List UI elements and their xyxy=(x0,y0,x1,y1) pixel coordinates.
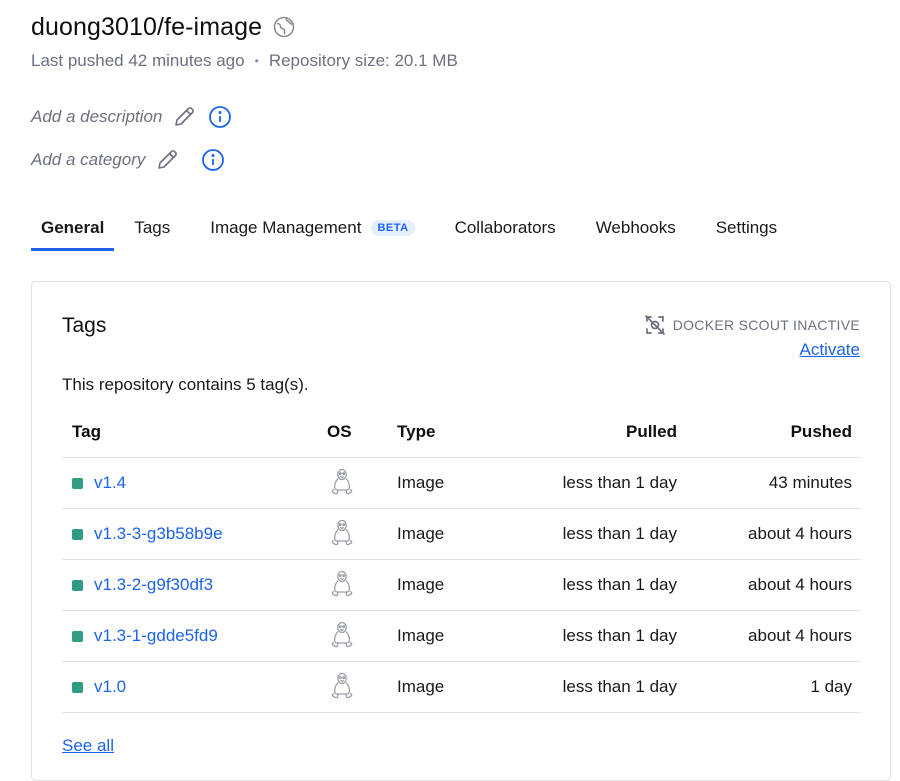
last-pushed-text: Last pushed 42 minutes ago xyxy=(31,51,245,70)
status-square xyxy=(72,528,83,540)
type-cell: Image xyxy=(397,508,487,560)
description-placeholder[interactable]: Add a description xyxy=(31,107,162,127)
tab-collaborators-label: Collaborators xyxy=(454,217,556,237)
linux-icon xyxy=(329,467,355,495)
pushed-cell: 43 minutes xyxy=(677,457,861,509)
tab-general-label: General xyxy=(41,217,105,237)
tab-image-management[interactable]: Image Management BETA xyxy=(200,207,424,251)
type-cell: Image xyxy=(397,559,487,611)
pulled-cell: less than 1 day xyxy=(487,457,677,509)
activate-scout-link[interactable]: Activate xyxy=(800,340,860,360)
docker-scout-status-text: DOCKER SCOUT INACTIVE xyxy=(672,317,860,333)
tags-card: Tags DOCKER SCOUT INACTIVE Activate This… xyxy=(31,281,891,781)
column-header-type: Type xyxy=(397,407,487,458)
table-row: v1.4 Image less than 1 day 43 minutes xyxy=(62,457,861,509)
tab-settings[interactable]: Settings xyxy=(706,207,787,251)
description-info-icon[interactable] xyxy=(208,105,232,129)
table-row: v1.3-3-g3b58b9e Image less than 1 day ab… xyxy=(62,508,861,560)
tab-settings-label: Settings xyxy=(715,217,778,237)
repo-meta: Last pushed 42 minutes ago • Repository … xyxy=(31,51,458,71)
edit-category-pencil-icon[interactable] xyxy=(155,148,179,172)
type-cell: Image xyxy=(397,457,487,509)
table-row: v1.3-2-g9f30df3 Image less than 1 day ab… xyxy=(62,559,861,611)
pulled-cell: less than 1 day xyxy=(487,508,677,560)
tab-collaborators[interactable]: Collaborators xyxy=(445,207,566,251)
beta-badge: BETA xyxy=(371,219,415,236)
tab-general[interactable]: General xyxy=(31,207,115,251)
tag-link[interactable]: v1.3-2-g9f30df3 xyxy=(94,575,213,595)
status-square xyxy=(72,630,83,642)
pushed-cell: about 4 hours xyxy=(677,610,861,662)
meta-separator: • xyxy=(254,54,259,68)
linux-icon xyxy=(329,671,355,699)
category-row: Add a category xyxy=(31,147,225,173)
status-square xyxy=(72,579,83,591)
pushed-cell: 1 day xyxy=(677,661,861,713)
status-square xyxy=(72,681,83,693)
tag-link[interactable]: v1.4 xyxy=(94,473,126,493)
docker-scout-status: DOCKER SCOUT INACTIVE xyxy=(643,313,860,337)
repo-header: duong3010/fe-image xyxy=(31,10,296,44)
tags-card-title: Tags xyxy=(62,314,107,337)
tab-webhooks[interactable]: Webhooks xyxy=(586,207,686,251)
type-cell: Image xyxy=(397,610,487,662)
tags-table-header: Tag OS Type Pulled Pushed xyxy=(62,407,861,458)
table-row: v1.3-1-gdde5fd9 Image less than 1 day ab… xyxy=(62,610,861,662)
repo-size-text: Repository size: 20.1 MB xyxy=(268,51,458,70)
tab-image-management-label: Image Management xyxy=(210,217,362,237)
linux-icon xyxy=(329,518,355,546)
repo-title: duong3010/fe-image xyxy=(31,12,263,41)
column-header-pushed: Pushed xyxy=(677,407,861,458)
pulled-cell: less than 1 day xyxy=(487,661,677,713)
tag-count-text: This repository contains 5 tag(s). xyxy=(62,375,309,394)
table-row: v1.0 Image less than 1 day 1 day xyxy=(62,661,861,713)
type-cell: Image xyxy=(397,661,487,713)
pushed-cell: about 4 hours xyxy=(677,508,861,560)
linux-icon xyxy=(329,569,355,597)
repo-tabs: General Tags Image Management BETA Collab… xyxy=(31,207,807,251)
status-square xyxy=(72,477,83,489)
tag-link[interactable]: v1.3-1-gdde5fd9 xyxy=(94,626,218,646)
column-header-pulled: Pulled xyxy=(487,407,677,458)
category-info-icon[interactable] xyxy=(201,148,225,172)
pulled-cell: less than 1 day xyxy=(487,610,677,662)
tag-link[interactable]: v1.0 xyxy=(94,677,126,697)
pulled-cell: less than 1 day xyxy=(487,559,677,611)
tab-webhooks-label: Webhooks xyxy=(595,217,676,237)
public-globe-icon xyxy=(272,15,296,39)
see-all-tags-link[interactable]: See all xyxy=(62,736,114,756)
column-header-os: OS xyxy=(327,407,397,458)
tab-tags-label: Tags xyxy=(134,217,171,237)
tab-tags[interactable]: Tags xyxy=(124,207,180,251)
pushed-cell: about 4 hours xyxy=(677,559,861,611)
edit-description-pencil-icon[interactable] xyxy=(172,105,196,129)
tag-link[interactable]: v1.3-3-g3b58b9e xyxy=(94,524,223,544)
linux-icon xyxy=(329,620,355,648)
column-header-tag: Tag xyxy=(62,407,327,458)
description-row: Add a description xyxy=(31,104,232,130)
category-placeholder[interactable]: Add a category xyxy=(31,150,145,170)
tags-table: Tag OS Type Pulled Pushed v1.4 Image les… xyxy=(62,407,861,713)
docker-scout-inactive-icon xyxy=(643,313,667,337)
